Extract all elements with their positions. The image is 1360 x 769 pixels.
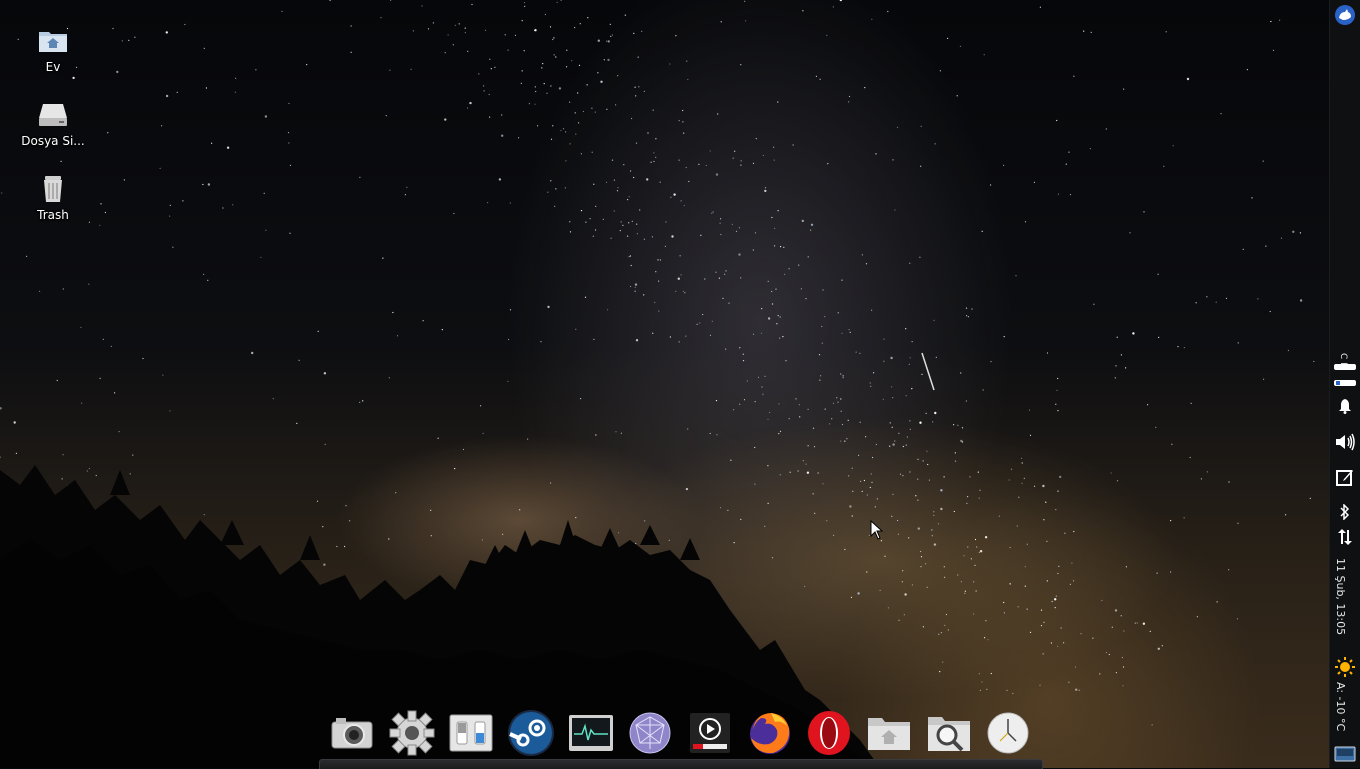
right-panel: C R 11 Şub, 13:05 A: -10 °C [1329,0,1360,768]
panel-clock[interactable]: 11 Şub, 13:05 [1334,558,1347,635]
trash-icon [37,172,69,204]
clock-icon [987,712,1029,754]
keyboard-layout-bar [1334,364,1356,370]
wallpaper-forest [0,465,880,768]
desktop-icon-label: Trash [37,208,69,222]
mouse-cursor [870,519,884,544]
dock-item-opera[interactable] [799,706,859,760]
dock-item-home-files[interactable] [859,706,919,760]
dock-item-steam[interactable] [501,706,561,760]
monitor-icon [568,715,613,751]
desktop-icon [1334,746,1356,762]
dock [322,706,1038,760]
desktop-icon-label: Ev [45,60,61,74]
opera-icon [808,711,851,755]
dock-item-web-browser[interactable] [620,706,680,760]
speaker-icon [1336,433,1355,451]
camera-icon [331,718,373,749]
dock-item-settings[interactable] [382,706,442,760]
network-arrows-icon [1338,529,1352,545]
gear-icon [389,710,434,756]
sun-icon [1335,657,1355,677]
dock-item-firefox[interactable] [740,706,800,760]
edit-note-icon [1336,470,1353,486]
dock-item-system-monitor[interactable] [561,706,621,760]
desktop-icon-trash[interactable]: Trash [13,172,93,222]
desktop-icon-filesystem[interactable]: Dosya Si... [13,98,93,148]
globe-icon [629,712,671,754]
volume-button[interactable] [1333,430,1357,454]
steam-icon [507,710,554,756]
desktop-icon-label: Dosya Si... [21,134,85,148]
dock-item-clock[interactable] [978,706,1038,760]
show-desktop-button[interactable] [1333,742,1357,766]
bluetooth-icon [1340,504,1350,520]
xfce-mouse-icon [1335,5,1355,25]
drive-icon [37,98,69,130]
notes-button[interactable] [1333,465,1357,489]
dock-item-media-player[interactable] [680,706,740,760]
play-icon [689,713,730,753]
toggle-icon [449,714,493,752]
desktop-icon-home[interactable]: Ev [13,24,93,74]
weather-temperature[interactable]: A: -10 °C [1334,682,1347,731]
dock-item-camera[interactable] [322,706,382,760]
network-button[interactable] [1333,525,1357,549]
notifications-button[interactable] [1333,394,1357,418]
home-folder-icon [867,718,910,750]
app-menu-button[interactable] [1333,3,1357,27]
dock-item-search[interactable] [919,706,979,760]
dock-item-switches[interactable] [441,706,501,760]
keyboard-layout-marker [1336,381,1340,385]
home-folder-icon [37,24,69,56]
bell-icon [1339,399,1351,414]
firefox-icon [749,713,790,754]
search-icon [927,717,970,752]
bluetooth-button[interactable] [1333,500,1357,524]
weather-button[interactable] [1333,655,1357,679]
